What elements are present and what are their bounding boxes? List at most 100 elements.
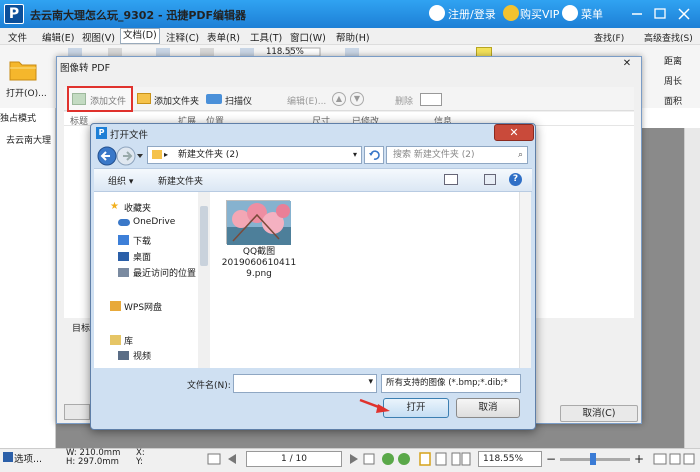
nav-wps[interactable]: WPS网盘	[124, 300, 162, 313]
image-to-pdf-close-icon[interactable]: ✕	[616, 58, 638, 72]
zoom-in-icon[interactable]: +	[634, 451, 646, 467]
first-page-icon	[207, 453, 221, 465]
maximize-icon	[654, 8, 666, 19]
document-tab[interactable]: 去云南大理	[6, 133, 51, 146]
new-folder-button[interactable]: 新建文件夹	[158, 174, 203, 187]
menu-comment[interactable]: 注释(C)	[166, 30, 199, 44]
filename-dropdown-icon[interactable]: ▾	[368, 377, 373, 387]
user-icon[interactable]	[429, 5, 445, 21]
view-options-icon[interactable]	[444, 174, 458, 185]
edit-button[interactable]: 编辑(E)...	[287, 94, 326, 107]
zoom-slider-thumb[interactable]	[590, 453, 596, 465]
menu-window[interactable]: 窗口(W)	[290, 30, 326, 44]
menu-file[interactable]: 文件	[8, 30, 27, 44]
buy-vip-link[interactable]: 购买VIP	[520, 6, 559, 22]
fit-width-icon	[653, 453, 667, 465]
refresh-icon[interactable]	[364, 146, 384, 164]
download-icon	[118, 235, 129, 245]
window-controls	[624, 4, 698, 24]
single-page-icon	[419, 452, 431, 466]
filename-label: 文件名(N):	[187, 381, 231, 391]
mode-icon	[3, 452, 13, 462]
close-icon	[678, 8, 690, 20]
search-placeholder: 搜索 新建文件夹 (2)	[393, 150, 475, 160]
search-input[interactable]: 搜索 新建文件夹 (2) ⌕	[386, 146, 528, 164]
star-icon: ★	[110, 201, 119, 212]
distance-tool[interactable]: 距离	[664, 54, 682, 67]
library-icon	[110, 335, 121, 345]
nav-recent[interactable]: 最近访问的位置	[133, 266, 196, 279]
open-folder-icon[interactable]	[8, 54, 38, 82]
dialog-close-icon[interactable]: ✕	[494, 124, 534, 141]
page-dimensions: W: 210.0mm H: 297.0mm	[66, 448, 121, 467]
nav-downloads[interactable]: 下载	[133, 234, 151, 247]
view-mode-icon[interactable]	[420, 93, 442, 106]
folder-icon	[152, 150, 162, 159]
search-icon[interactable]: ⌕	[518, 147, 523, 163]
area-tool[interactable]: 面积	[664, 94, 682, 107]
file-scrollbar[interactable]	[519, 192, 531, 368]
nav-library[interactable]: 库	[124, 334, 133, 347]
organize-label: 组织	[108, 177, 127, 187]
image-to-pdf-title: 图像转 PDF	[60, 63, 111, 74]
vertical-scrollbar[interactable]	[684, 128, 700, 448]
page-number-input[interactable]: 1 / 10	[246, 451, 342, 467]
recent-icon	[118, 268, 129, 277]
open-button[interactable]: 打开(O)...	[6, 86, 47, 99]
address-bar[interactable]: ▸ 新建文件夹 (2) ▾	[147, 146, 362, 164]
nav-scrollbar[interactable]	[198, 192, 210, 368]
image-to-pdf-cancel-button[interactable]: 取消(C)	[560, 405, 638, 422]
nav-videos[interactable]: 视频	[133, 349, 151, 362]
nav-onedrive[interactable]: OneDrive	[133, 217, 175, 227]
open-file-button[interactable]: 打开	[383, 398, 449, 418]
desktop-icon	[118, 252, 129, 261]
move-up-icon[interactable]: ▲	[332, 92, 346, 106]
cursor-coords: X: Y:	[136, 448, 145, 467]
menu-form[interactable]: 表单(R)	[207, 30, 240, 44]
find-button[interactable]: 查找(F)	[594, 31, 624, 44]
dialog-app-icon: P	[96, 127, 107, 139]
wps-cloud-icon	[110, 301, 121, 311]
vip-coin-icon[interactable]	[503, 5, 519, 21]
onedrive-icon	[118, 219, 130, 226]
window-title: 去云南大理怎么玩_9302 - 迅捷PDF编辑器	[30, 9, 247, 22]
preview-pane-icon[interactable]	[484, 174, 496, 185]
organize-button[interactable]: 组织 ▾	[108, 174, 133, 187]
nav-desktop[interactable]: 桌面	[133, 250, 151, 263]
zoom-out-icon[interactable]: −	[546, 451, 558, 467]
nav-scroll-thumb[interactable]	[200, 206, 208, 266]
page-nav-prev	[206, 451, 244, 467]
back-icon	[97, 146, 117, 166]
delete-button[interactable]: 删除	[395, 94, 413, 107]
login-link[interactable]: 注册/登录	[448, 6, 496, 22]
help-icon[interactable]: ?	[509, 173, 522, 186]
menu-help[interactable]: 帮助(H)	[336, 30, 370, 44]
advanced-find-button[interactable]: 高级查找(S)	[644, 31, 693, 44]
file-type-select[interactable]: 所有支持的图像 (*.bmp;*.dib;*	[381, 374, 521, 393]
add-file-button[interactable]	[67, 86, 133, 112]
grab-icon	[683, 453, 695, 465]
file-name-label[interactable]: QQ截图 2019060610411 9.png	[214, 247, 304, 280]
nav-favorites[interactable]: 收藏夹	[124, 201, 151, 214]
add-folder-button[interactable]: 添加文件夹	[154, 94, 199, 107]
solo-mode-tab[interactable]: 独占模式	[0, 111, 36, 124]
file-thumbnail[interactable]	[226, 200, 291, 245]
more-icon[interactable]	[562, 5, 578, 21]
menu-view[interactable]: 视图(V)	[82, 30, 115, 44]
perimeter-tool[interactable]: 周长	[664, 74, 682, 87]
options-select[interactable]: 选项...	[14, 451, 42, 465]
cancel-button[interactable]: 取消	[456, 398, 520, 418]
settings-button[interactable]	[64, 404, 90, 420]
nav-buttons	[97, 146, 145, 166]
move-down-icon[interactable]: ▼	[350, 92, 364, 106]
scanner-button[interactable]: 扫描仪	[225, 94, 252, 107]
menu-document[interactable]: 文档(D)	[120, 28, 160, 44]
next-page-icon	[350, 454, 358, 464]
menu-button[interactable]: 菜单	[581, 6, 603, 22]
menu-tools[interactable]: 工具(T)	[250, 30, 282, 44]
zoom-input[interactable]: 118.55%	[478, 451, 542, 467]
address-dropdown-icon[interactable]: ▾	[353, 147, 357, 163]
menu-edit[interactable]: 编辑(E)	[42, 30, 74, 44]
filename-input[interactable]: ▾	[233, 374, 377, 393]
prev-page-icon	[228, 454, 236, 464]
